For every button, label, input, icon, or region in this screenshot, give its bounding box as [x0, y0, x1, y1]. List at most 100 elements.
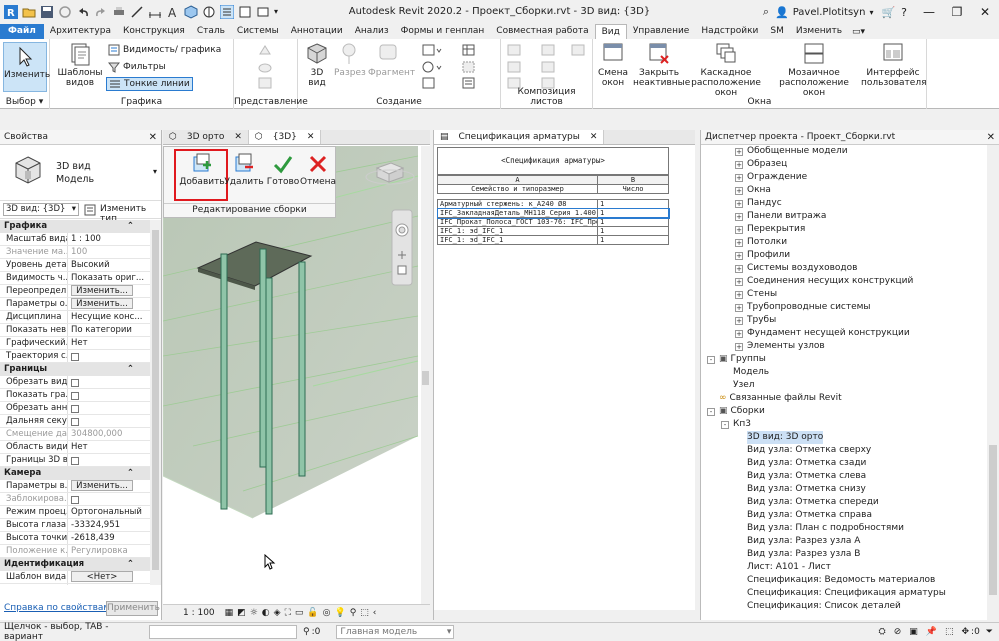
anchor-bar-4[interactable] [265, 277, 273, 515]
property-row[interactable]: Заблокирова... [0, 493, 150, 506]
visibility-graphics-button[interactable]: Видимость/ графика [108, 44, 221, 56]
ribbon-toggle-icon[interactable]: ▭▾ [852, 27, 865, 37]
tree-node[interactable]: Спецификация: Спецификация арматуры [701, 587, 986, 600]
select-group-label[interactable]: Выбор ▾ [0, 97, 49, 107]
tab-addins[interactable]: Надстройки [695, 24, 764, 39]
view-scale[interactable]: 1 : 100 [183, 608, 215, 618]
expand-icon[interactable]: + [735, 264, 743, 273]
property-value[interactable]: <Нет> [68, 571, 150, 583]
anchor-bar-3[interactable] [298, 261, 306, 477]
row-family-cell[interactable]: Арматурный стержень: к_A240 Ø8 [437, 199, 598, 209]
status-input[interactable] [149, 625, 297, 639]
tree-node[interactable]: Вид узла: Отметка снизу [701, 483, 986, 496]
expand-icon[interactable]: + [735, 238, 743, 247]
expand-icon[interactable]: + [735, 329, 743, 338]
property-value[interactable]: Несущие конс... [68, 311, 150, 323]
property-value[interactable]: {3D} [68, 584, 150, 585]
cancel-assembly-button[interactable]: Отмена [300, 153, 336, 187]
temporary-hide-icon[interactable]: ◎ [323, 608, 331, 618]
close-hidden-windows-icon[interactable] [238, 5, 252, 19]
property-row[interactable]: Шаблон вида <Нет> [0, 571, 150, 584]
property-checkbox[interactable] [71, 378, 79, 387]
expand-icon[interactable]: + [735, 290, 743, 299]
property-value[interactable]: -33324,951 [68, 519, 150, 531]
filter-icon[interactable]: ⏷ [986, 627, 993, 637]
tree-node[interactable]: + Профили [701, 249, 986, 262]
sync-icon[interactable] [58, 5, 72, 19]
property-row[interactable]: Высота глаза ...-33324,951 [0, 519, 150, 532]
tree-node[interactable]: + Элементы узлов [701, 340, 986, 353]
property-value[interactable] [68, 415, 150, 427]
property-value[interactable]: -2618,439 [68, 532, 150, 544]
tab-collaborate[interactable]: Совместная работа [490, 24, 594, 39]
select-pinned-icon[interactable]: 📌 [926, 627, 937, 637]
callout-button[interactable]: Фрагмент [368, 42, 415, 78]
property-value[interactable] [68, 389, 150, 401]
property-value[interactable]: Изменить... [68, 285, 150, 297]
close-tab-icon[interactable]: ✕ [590, 130, 598, 144]
analytical-model-icon[interactable]: ⬚ [360, 608, 369, 618]
elevation-icon[interactable] [422, 61, 442, 73]
tree-node[interactable]: + Системы воздуховодов [701, 262, 986, 275]
drag-elements-icon[interactable]: ✥ [961, 627, 969, 637]
print-icon[interactable] [112, 5, 126, 19]
tab-analyze[interactable]: Анализ [349, 24, 395, 39]
property-row[interactable]: Видимость ч... Показать ориг... [0, 272, 150, 285]
save-icon[interactable] [40, 5, 54, 19]
matchline-icon[interactable] [541, 61, 555, 73]
tree-node[interactable]: Вид узла: Разрез узла А [701, 535, 986, 548]
expand-icon[interactable]: + [735, 225, 743, 234]
property-edit-button[interactable]: Изменить... [71, 480, 133, 491]
tree-node[interactable]: + Образец [701, 158, 986, 171]
worksets-icon[interactable]: ⚲ [303, 627, 310, 637]
cart-icon[interactable]: 🛒 [881, 6, 895, 19]
tree-node[interactable]: Вид узла: Отметка сверху [701, 444, 986, 457]
row-family-cell[interactable]: IFC_1: эd_IFC_1 [437, 226, 598, 236]
property-value[interactable]: Ортогональный [68, 506, 150, 518]
tile-windows-button[interactable]: Мозаичное расположение окон [773, 42, 855, 98]
property-edit-button[interactable]: Изменить... [71, 285, 133, 296]
property-row[interactable]: Масштаб вида 1 : 100 [0, 233, 150, 246]
property-value[interactable] [68, 350, 150, 362]
browser-scrollbar[interactable] [987, 145, 999, 620]
tab-3d-default[interactable]: ⬡ {3D} ✕ [248, 130, 322, 144]
select-links-icon[interactable]: ⊘ [894, 627, 902, 637]
property-row[interactable]: Обрезать анн... [0, 402, 150, 415]
switch-windows-icon[interactable] [256, 5, 270, 19]
tab-massing-site[interactable]: Формы и генплан [395, 24, 491, 39]
graphics-group-label[interactable]: Графика [50, 97, 233, 107]
measure-icon[interactable] [130, 5, 144, 19]
row-family-cell[interactable]: IFC_Прокат_Полоса_ГОСТ 103-76: IFC_Прок [437, 217, 598, 227]
title-block-icon[interactable] [507, 61, 521, 73]
filters-button[interactable]: Фильтры [108, 61, 166, 73]
tree-node[interactable]: Лист: A101 - Лист [701, 561, 986, 574]
close-window-button[interactable]: ✕ [971, 5, 999, 19]
tree-node[interactable]: Вид узла: План с подробностями [701, 522, 986, 535]
property-section-header[interactable]: Идентификация ⌃ [0, 558, 150, 571]
sheet-composition-group-label[interactable]: Композиция листов [501, 87, 592, 107]
property-row[interactable]: Показать гра... [0, 389, 150, 402]
viewport-scrollbar[interactable] [421, 146, 430, 604]
anchor-bar-2[interactable] [259, 248, 267, 468]
place-view-icon[interactable] [541, 44, 555, 56]
property-checkbox[interactable] [71, 417, 79, 426]
revit-logo-icon[interactable]: R [4, 5, 18, 19]
default-3d-view-icon[interactable] [184, 5, 198, 19]
tree-node[interactable]: + Пандус [701, 197, 986, 210]
column-header-count[interactable]: Число [597, 184, 669, 194]
tab-modify[interactable]: Изменить [790, 24, 848, 39]
user-interface-button[interactable]: Интерфейс пользователя [861, 42, 927, 88]
detail-level-icon[interactable]: ▦ [225, 608, 234, 618]
collapse-icon[interactable]: - [721, 420, 729, 429]
property-row[interactable]: Уровень дета... Высокий [0, 259, 150, 272]
select-by-face-icon[interactable]: ⬚ [945, 627, 954, 637]
tree-node[interactable]: + Трубы [701, 314, 986, 327]
tree-node[interactable]: + Фундамент несущей конструкции [701, 327, 986, 340]
expand-icon[interactable]: + [735, 251, 743, 260]
3d-viewport[interactable]: ⬡ 3D орто ✕ ⬡ {3D} ✕ Добавить Удалить Го… [163, 130, 430, 620]
tree-node[interactable]: Модель [701, 366, 986, 379]
add-to-assembly-button[interactable]: Добавить [178, 153, 226, 187]
properties-help-link[interactable]: Справка по свойствам [4, 603, 110, 613]
property-section-header[interactable]: Графика ⌃ [0, 220, 150, 233]
tree-node[interactable]: + Обобщенные модели [701, 145, 986, 158]
